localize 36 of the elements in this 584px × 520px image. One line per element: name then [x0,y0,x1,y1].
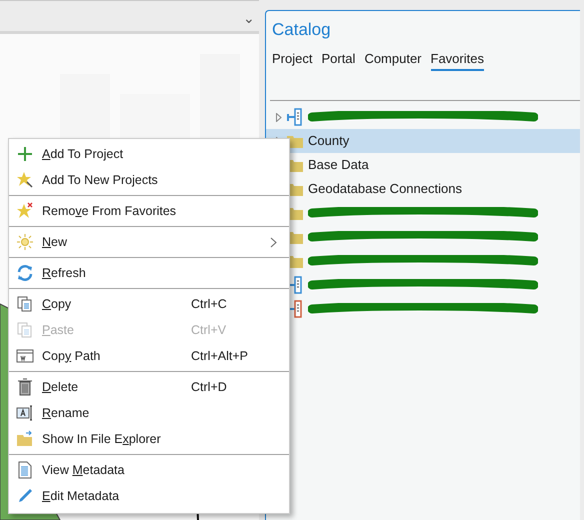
menu-item[interactable]: Edit Metadata [9,483,289,509]
menu-item[interactable]: New [9,229,289,255]
tree-item-label: Geodatabase Connections [308,180,462,198]
folder-icon [16,430,34,448]
tree-item-label: County [308,132,350,150]
expand-arrow-icon[interactable] [276,112,282,122]
menu-item[interactable]: Copy Path Ctrl+Alt+P [9,343,289,369]
star-icon [16,202,34,220]
menu-item[interactable]: Show In File Explorer [9,426,289,452]
rename-icon [16,404,34,422]
menu-item[interactable]: Add To New Projects [9,167,289,193]
menu-item[interactable]: Delete Ctrl+D [9,374,289,400]
menu-item[interactable]: Rename [9,400,289,426]
menu-item[interactable]: Refresh [9,260,289,286]
menu-item[interactable]: View Metadata [9,457,289,483]
window-icon [16,347,34,365]
plus-icon [16,145,34,163]
catalog-tab[interactable]: Project [272,48,312,71]
pencil-icon [16,487,34,505]
tree-item[interactable]: County [266,129,580,153]
sun-icon [16,233,34,251]
copy-icon [16,295,34,313]
trash-icon [16,378,34,396]
refresh-icon [16,264,34,282]
server-icon [287,108,303,126]
menu-item[interactable]: Remove From Favorites [9,198,289,224]
panel-title: Catalog [271,19,332,41]
paste-icon [16,321,34,339]
catalog-tab[interactable]: Computer [364,48,422,71]
catalog-tab[interactable]: Favorites [430,48,484,71]
menu-item[interactable]: Copy Ctrl+C [9,291,289,317]
tree-item-label: Base Data [308,156,369,174]
dropdown-chevron[interactable]: ⌄ [243,11,255,25]
document-icon [16,461,34,479]
catalog-tab[interactable]: Portal [321,48,356,71]
star-icon [16,171,34,189]
